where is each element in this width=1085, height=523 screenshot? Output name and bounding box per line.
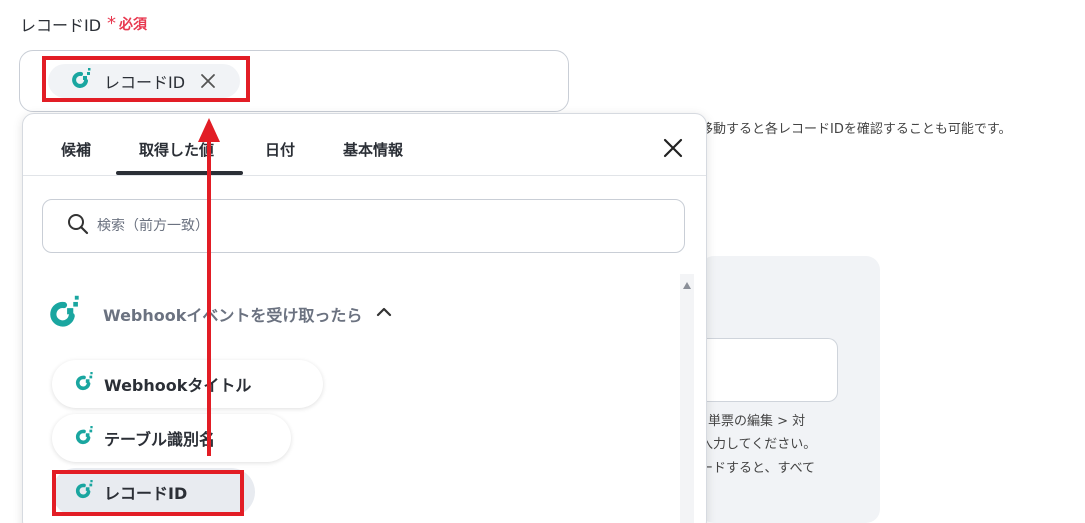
annotation-arrow-head <box>198 118 220 142</box>
highlight-box-list-item <box>52 470 244 516</box>
background-note-1: 単票の編集 > 対 <box>708 414 806 429</box>
tab-date[interactable]: 日付 <box>265 139 295 160</box>
field-label-text: レコードID <box>20 16 102 35</box>
search-input[interactable] <box>97 218 657 234</box>
active-tab-indicator <box>116 171 243 175</box>
value-picker-popup: 候補 取得した値 日付 基本情報 検索（前方一致） Webhookイベントを受け… <box>22 113 707 523</box>
chevron-up-icon[interactable] <box>376 304 392 324</box>
list-item-table-id-name[interactable]: テーブル識別名 <box>52 414 291 462</box>
app-logo-icon <box>74 372 94 396</box>
scrollbar[interactable] <box>680 274 694 523</box>
list-item-label: Webhookタイトル <box>104 376 252 395</box>
field-hint: 移動すると各レコードIDを確認することも可能です。 <box>700 122 1012 137</box>
group-header[interactable]: Webhookイベントを受け取ったら <box>47 294 392 334</box>
tab-basic-info[interactable]: 基本情報 <box>343 139 403 160</box>
app-logo-icon <box>74 426 94 450</box>
close-icon[interactable] <box>661 136 685 160</box>
list-item-label: テーブル識別名 <box>104 430 216 449</box>
app-logo-icon <box>47 294 81 334</box>
background-note-3: ードすると、すべて <box>700 461 816 476</box>
scroll-up-arrow[interactable] <box>683 282 691 289</box>
background-note-2: 入力してください。 <box>700 437 817 452</box>
highlight-box-token <box>42 56 250 102</box>
list-item-webhook-title[interactable]: Webhookタイトル <box>52 360 323 408</box>
annotation-arrow-shaft <box>207 138 211 456</box>
tab-fetched-values[interactable]: 取得した値 <box>139 139 214 160</box>
required-asterisk: * <box>107 13 117 34</box>
search-box[interactable] <box>42 199 685 253</box>
required-text: 必須 <box>119 17 148 33</box>
field-label: レコードID * 必須 <box>20 12 147 36</box>
tab-candidates[interactable]: 候補 <box>61 139 91 160</box>
search-icon <box>67 213 89 239</box>
background-input[interactable] <box>700 338 838 402</box>
group-title: Webhookイベントを受け取ったら <box>103 306 363 325</box>
picker-tabs: 候補 取得した値 日付 基本情報 <box>23 114 706 176</box>
